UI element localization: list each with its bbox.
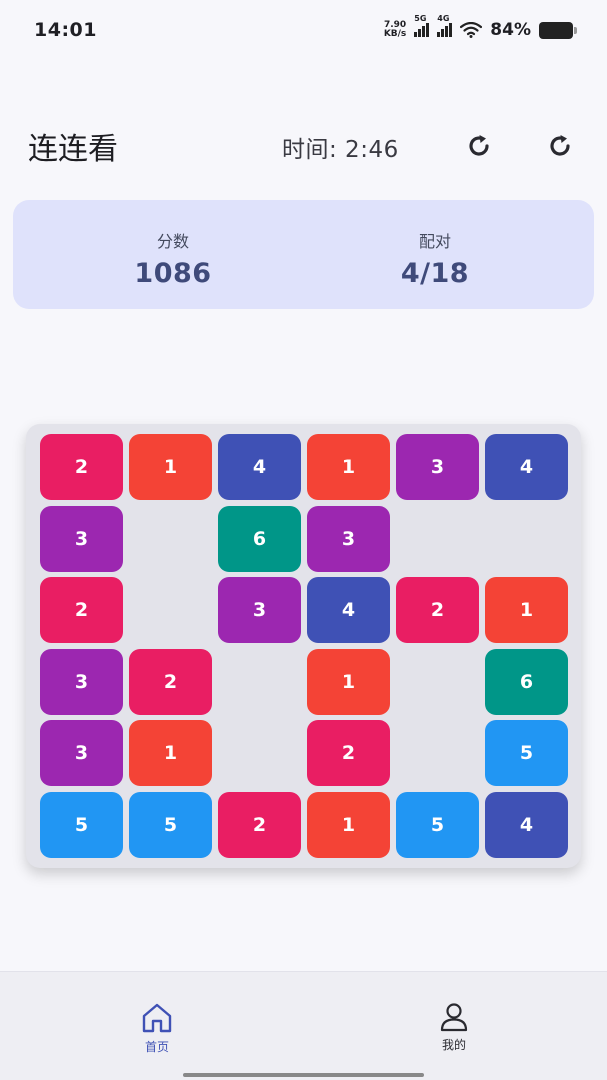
nav-item-mine[interactable]: 我的 xyxy=(414,1002,494,1053)
timer: 时间: 2:46 xyxy=(282,137,399,163)
status-indicators: 7.90 KB/s 5G 4G 84% xyxy=(384,14,577,40)
score-value: 1086 xyxy=(134,258,212,289)
game-tile[interactable]: 2 xyxy=(40,577,123,643)
game-tile[interactable]: 3 xyxy=(40,720,123,786)
game-tile[interactable]: 3 xyxy=(307,505,390,572)
game-tile[interactable]: 2 xyxy=(307,720,390,786)
game-tile[interactable]: 5 xyxy=(129,791,212,858)
nav-item-home[interactable]: 首页 xyxy=(117,1002,197,1055)
signal-4g-icon: 4G xyxy=(437,14,453,37)
game-tile[interactable]: 2 xyxy=(396,577,479,643)
game-tile[interactable]: 3 xyxy=(40,505,123,572)
header: 连连看 时间: 2:46 xyxy=(0,116,607,176)
network-speed-unit: KB/s xyxy=(383,29,407,39)
game-tile[interactable]: 4 xyxy=(307,577,390,643)
game-tile[interactable]: 2 xyxy=(129,648,212,715)
game-board: 2141343632342132163125552154 xyxy=(26,424,581,868)
pairs-block: 配对 4/18 xyxy=(335,228,535,289)
refresh-button[interactable] xyxy=(461,128,497,164)
network-speed: 7.90 KB/s xyxy=(384,21,406,39)
nav-label-mine: 我的 xyxy=(441,1038,466,1052)
game-tile[interactable]: 4 xyxy=(485,434,568,500)
score-block: 分数 1086 xyxy=(73,228,273,289)
user-icon xyxy=(440,1003,468,1032)
game-tile[interactable]: 5 xyxy=(485,720,568,786)
game-tile[interactable]: 5 xyxy=(40,791,123,858)
bottom-nav: 首页 我的 xyxy=(0,971,607,1080)
game-tile[interactable]: 3 xyxy=(40,648,123,715)
nav-label-home: 首页 xyxy=(144,1040,169,1054)
game-tile[interactable]: 1 xyxy=(129,720,212,786)
page-title: 连连看 xyxy=(28,132,118,167)
game-tile[interactable]: 1 xyxy=(307,434,390,500)
pairs-value: 4/18 xyxy=(400,258,470,289)
refresh-icon xyxy=(469,135,489,156)
game-tile[interactable]: 3 xyxy=(396,434,479,500)
game-tile[interactable]: 6 xyxy=(485,648,568,715)
game-tile[interactable]: 5 xyxy=(396,791,479,858)
home-icon xyxy=(142,1003,172,1033)
signal-5g-icon: 5G xyxy=(414,14,430,37)
score-label: 分数 xyxy=(156,232,189,251)
signal-5g-label: 5G xyxy=(414,14,427,23)
game-tile[interactable]: 1 xyxy=(307,648,390,715)
game-tile[interactable]: 1 xyxy=(485,577,568,643)
pairs-label: 配对 xyxy=(418,232,451,251)
restart-button[interactable] xyxy=(542,128,578,164)
game-tile[interactable]: 1 xyxy=(129,434,212,500)
status-time: 14:01 xyxy=(34,19,97,41)
game-tile[interactable]: 6 xyxy=(218,505,301,572)
battery-icon xyxy=(539,21,577,39)
wifi-icon xyxy=(460,22,483,38)
home-indicator xyxy=(183,1073,424,1077)
game-tile[interactable]: 4 xyxy=(485,791,568,858)
battery-percent: 84% xyxy=(490,20,531,40)
status-bar: 14:01 7.90 KB/s 5G 4G 84% xyxy=(0,0,607,60)
game-tile[interactable]: 2 xyxy=(40,434,123,500)
score-card: 分数 1086 配对 4/18 xyxy=(13,200,594,309)
game-tile[interactable]: 1 xyxy=(307,791,390,858)
game-tile[interactable]: 3 xyxy=(218,577,301,643)
game-tile[interactable]: 2 xyxy=(218,791,301,858)
refresh-icon xyxy=(550,135,570,156)
signal-4g-label: 4G xyxy=(437,14,450,23)
game-tile[interactable]: 4 xyxy=(218,434,301,500)
